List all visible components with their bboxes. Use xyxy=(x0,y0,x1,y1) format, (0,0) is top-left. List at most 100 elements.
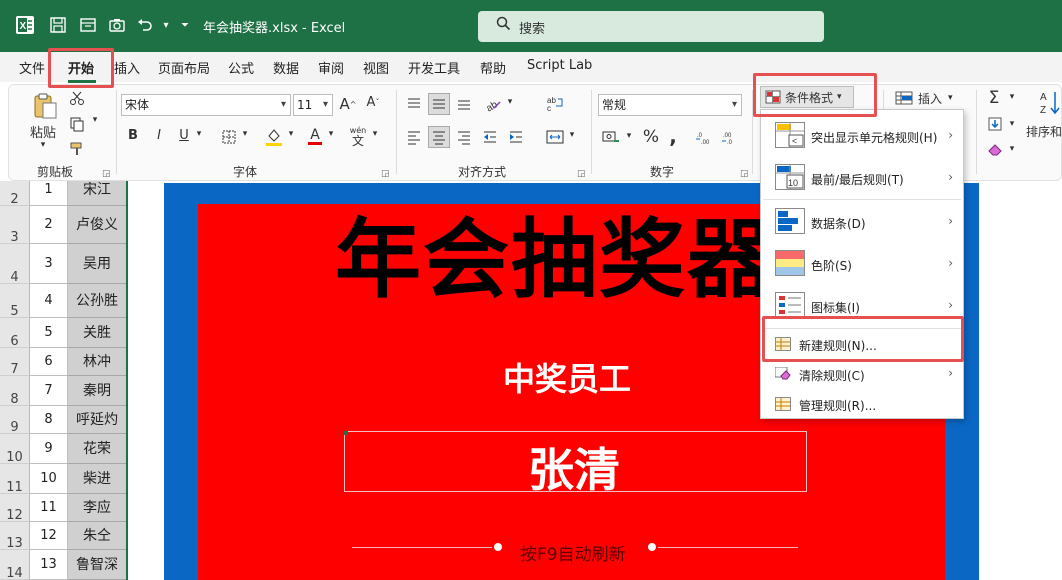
underline-button[interactable]: U xyxy=(177,128,191,143)
fill-color-chevron-icon[interactable]: ▾ xyxy=(286,129,296,139)
copy-dropdown-chevron-icon[interactable]: ▾ xyxy=(90,115,100,125)
name-cell[interactable]: 柴进 xyxy=(68,464,126,494)
copy-icon[interactable] xyxy=(66,115,88,133)
menu-item-highlight-cells-rules[interactable]: < 突出显示单元格规则(H) › xyxy=(761,116,963,156)
paste-button-label[interactable]: 粘贴 xyxy=(28,122,58,141)
tab-view[interactable]: 视图 xyxy=(363,58,389,77)
italic-button[interactable]: I xyxy=(152,128,166,143)
row-header[interactable]: 12 xyxy=(0,494,30,523)
name-cell[interactable]: 花荣 xyxy=(68,434,126,464)
row-header[interactable]: 14 xyxy=(0,550,30,580)
menu-item-manage-rules[interactable]: 管理规则(R)... xyxy=(761,390,963,420)
increase-indent-icon[interactable] xyxy=(506,126,526,148)
number-cell[interactable]: 12 xyxy=(30,522,68,550)
menu-item-clear-rules[interactable]: 清除规则(C) › xyxy=(761,360,963,390)
conditional-formatting-button[interactable]: 条件格式 ▾ xyxy=(760,86,854,108)
tab-developer[interactable]: 开发工具 xyxy=(408,58,460,77)
comma-style-icon[interactable]: , xyxy=(666,124,680,148)
number-cell[interactable]: 13 xyxy=(30,550,68,580)
percent-style-icon[interactable]: % xyxy=(642,127,660,147)
menu-item-color-scales[interactable]: 色阶(S) › xyxy=(761,244,963,284)
name-cell[interactable]: 林冲 xyxy=(68,348,126,376)
row-header[interactable]: 9 xyxy=(0,406,30,435)
name-cell[interactable]: 宋江 xyxy=(68,181,126,206)
number-format-combobox[interactable]: 常规 ▾ xyxy=(598,94,742,116)
menu-item-icon-sets[interactable]: 图标集(I) › xyxy=(761,286,963,326)
camera-icon[interactable] xyxy=(106,14,128,36)
menu-item-data-bars[interactable]: 数据条(D) › xyxy=(761,202,963,242)
sort-filter-label[interactable]: 排序和 xyxy=(1026,123,1062,140)
number-cell[interactable]: 7 xyxy=(30,376,68,406)
accounting-format-icon[interactable] xyxy=(600,127,622,147)
name-cell[interactable]: 李应 xyxy=(68,494,126,522)
name-cell[interactable]: 公孙胜 xyxy=(68,284,126,318)
name-cell[interactable]: 呼延灼 xyxy=(68,406,126,434)
decrease-font-size-icon[interactable]: Aˇ xyxy=(364,95,382,110)
increase-font-size-icon[interactable]: A ^ xyxy=(339,95,357,113)
wrap-text-icon[interactable]: ab c xyxy=(544,93,566,115)
autosum-icon[interactable]: Σ xyxy=(986,88,1002,108)
borders-icon[interactable] xyxy=(220,129,238,145)
fill-color-icon[interactable] xyxy=(264,126,284,148)
merge-center-icon[interactable] xyxy=(544,126,566,148)
search-box[interactable]: 搜索 xyxy=(478,11,824,42)
number-cell[interactable]: 9 xyxy=(30,434,68,464)
cut-icon[interactable] xyxy=(68,89,86,107)
number-cell[interactable]: 4 xyxy=(30,284,68,318)
fill-chevron-icon[interactable]: ▾ xyxy=(1007,119,1017,129)
name-cell[interactable]: 朱仝 xyxy=(68,522,126,550)
tab-page-layout[interactable]: 页面布局 xyxy=(158,58,210,77)
row-header[interactable]: 8 xyxy=(0,376,30,407)
row-header[interactable]: 7 xyxy=(0,348,30,377)
underline-chevron-icon[interactable]: ▾ xyxy=(194,129,204,139)
borders-chevron-icon[interactable]: ▾ xyxy=(240,129,250,139)
orientation-chevron-icon[interactable]: ▾ xyxy=(505,97,515,107)
row-header[interactable]: 3 xyxy=(0,206,30,245)
tab-review[interactable]: 审阅 xyxy=(318,58,344,77)
align-left-icon[interactable] xyxy=(404,126,424,148)
row-header[interactable]: 4 xyxy=(0,244,30,285)
align-top-icon[interactable] xyxy=(404,93,424,115)
number-cell[interactable]: 1 xyxy=(30,181,68,206)
font-name-combobox[interactable]: 宋体 ▾ xyxy=(121,94,291,116)
decrease-decimal-icon[interactable]: .00.0 xyxy=(720,127,742,147)
fill-icon[interactable] xyxy=(986,115,1004,133)
selection-handle[interactable] xyxy=(344,431,348,435)
bold-button[interactable]: B xyxy=(126,128,140,143)
align-bottom-icon[interactable] xyxy=(454,93,474,115)
menu-item-top-bottom-rules[interactable]: 10 最前/最后规则(T) › xyxy=(761,158,963,198)
row-header[interactable]: 2 xyxy=(0,181,30,207)
clipboard-launcher-icon[interactable]: ◲ xyxy=(102,169,111,179)
row-header[interactable]: 6 xyxy=(0,318,30,349)
decrease-indent-icon[interactable] xyxy=(480,126,500,148)
tab-home[interactable]: 开始 xyxy=(68,58,94,77)
phonetic-guide-chevron-icon[interactable]: ▾ xyxy=(370,129,380,139)
phonetic-guide-icon[interactable]: wén 文 xyxy=(348,125,368,147)
sort-filter-icon[interactable]: AZ xyxy=(1038,88,1062,118)
name-cell[interactable]: 吴用 xyxy=(68,244,126,284)
insert-cells-button[interactable]: 插入 ▾ xyxy=(895,88,959,108)
align-right-icon[interactable] xyxy=(454,126,474,148)
name-cell[interactable]: 卢俊义 xyxy=(68,206,126,244)
row-header[interactable]: 11 xyxy=(0,464,30,495)
format-painter-icon[interactable] xyxy=(67,140,87,158)
accounting-format-chevron-icon[interactable]: ▾ xyxy=(624,131,634,141)
name-cell[interactable]: 鲁智深 xyxy=(68,550,126,580)
tab-script-lab[interactable]: Script Lab xyxy=(527,58,592,73)
name-cell[interactable]: 关胜 xyxy=(68,318,126,348)
number-cell[interactable]: 3 xyxy=(30,244,68,284)
menu-item-new-rule[interactable]: 新建规则(N)... xyxy=(761,330,963,360)
customize-toolbar-icon[interactable]: ⏷ xyxy=(174,14,196,36)
merge-center-chevron-icon[interactable]: ▾ xyxy=(567,130,577,140)
clear-chevron-icon[interactable]: ▾ xyxy=(1007,144,1017,154)
undo-icon[interactable] xyxy=(134,14,156,36)
paste-icon[interactable] xyxy=(28,90,62,122)
row-header[interactable]: 5 xyxy=(0,284,30,319)
number-cell[interactable]: 5 xyxy=(30,318,68,348)
row-header[interactable]: 10 xyxy=(0,434,30,465)
number-cell[interactable]: 10 xyxy=(30,464,68,494)
align-center-icon[interactable] xyxy=(428,126,450,148)
paste-dropdown-chevron-icon[interactable]: ▾ xyxy=(36,140,50,150)
font-launcher-icon[interactable]: ◲ xyxy=(381,169,390,179)
increase-decimal-icon[interactable]: .0.00 xyxy=(694,127,716,147)
